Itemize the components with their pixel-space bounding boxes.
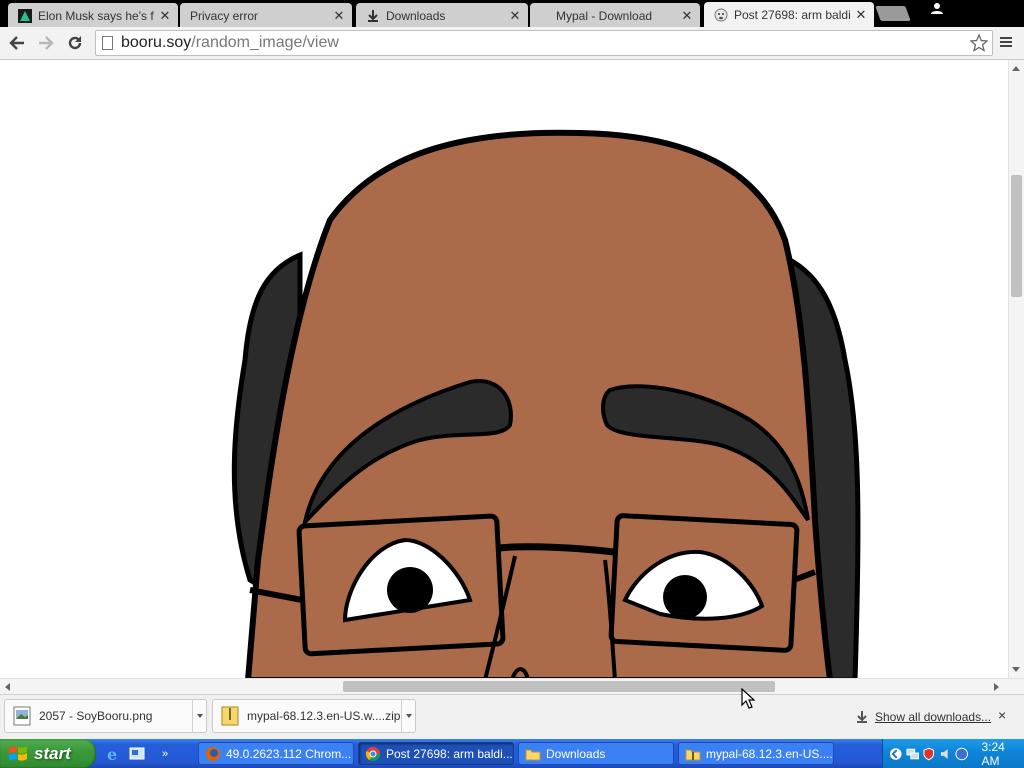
scroll-down-arrow-icon[interactable] xyxy=(1012,667,1020,672)
close-tab-icon[interactable]: ✕ xyxy=(854,7,868,23)
internet-explorer-icon[interactable]: e xyxy=(104,745,122,763)
show-all-downloads-label: Show all downloads... xyxy=(875,710,992,724)
download-filename: 2057 - SoyBooru.png xyxy=(39,709,153,723)
chrome-icon xyxy=(365,746,380,761)
taskbar-button-label: Post 27698: arm baldi... xyxy=(386,746,513,761)
close-tab-icon[interactable]: ✕ xyxy=(508,8,522,24)
taskbar-button-mypal-zip[interactable]: mypal-68.12.3.en-US.... xyxy=(678,742,834,765)
tab-mypal-download[interactable]: Mypal - Download ✕ xyxy=(530,3,700,28)
browser-toolbar: booru.soy/random_image/view xyxy=(0,27,1024,60)
soyjak-icon xyxy=(714,8,728,22)
tab-privacy-error[interactable]: Privacy error ✕ xyxy=(180,3,352,28)
download-shelf: 2057 - SoyBooru.png mypal-68.12.3.en-US.… xyxy=(0,694,1024,739)
tab-title: Elon Musk says he's fou xyxy=(38,8,154,23)
green-triangle-icon xyxy=(18,8,32,23)
scroll-up-arrow-icon[interactable] xyxy=(1012,66,1020,71)
firefox-icon xyxy=(206,746,220,761)
vertical-scrollbar[interactable] xyxy=(1008,60,1024,678)
new-tab-button[interactable] xyxy=(875,6,911,21)
download-options-button[interactable] xyxy=(401,700,415,732)
folder-icon xyxy=(525,749,541,760)
chevron-down-icon xyxy=(405,714,412,718)
back-button[interactable] xyxy=(6,32,28,54)
bald-man-with-glasses-drawing[interactable] xyxy=(0,60,1008,678)
svg-text:e: e xyxy=(107,745,117,763)
horizontal-scroll-thumb[interactable] xyxy=(343,681,775,692)
scroll-right-arrow-icon[interactable] xyxy=(994,683,999,691)
download-item[interactable]: 2057 - SoyBooru.png xyxy=(4,699,207,733)
tab-strip: Elon Musk says he's fou ✕ Privacy error … xyxy=(0,0,1024,28)
tab-downloads[interactable]: Downloads ✕ xyxy=(356,3,528,28)
tab-title: Privacy error xyxy=(190,8,259,23)
image-file-icon xyxy=(13,706,31,726)
show-desktop-icon[interactable] xyxy=(128,745,146,763)
forward-button[interactable] xyxy=(35,32,57,54)
vertical-scroll-thumb[interactable] xyxy=(1011,175,1022,297)
tab-title: Mypal - Download xyxy=(556,8,653,23)
taskbar-button-post-27698[interactable]: Post 27698: arm baldi... xyxy=(358,742,514,765)
zip-folder-icon xyxy=(685,749,701,760)
start-label: start xyxy=(34,743,71,763)
page-icon xyxy=(102,36,113,50)
taskbar-button-downloads[interactable]: Downloads xyxy=(518,742,674,765)
updates-icon[interactable] xyxy=(955,747,969,761)
show-all-downloads-link[interactable]: Show all downloads... xyxy=(855,710,991,724)
url-path: /random_image/view xyxy=(191,34,339,51)
reload-icon xyxy=(68,36,82,50)
clock: 3:24 AM xyxy=(981,739,1005,768)
mouse-cursor-icon xyxy=(741,688,755,709)
close-shelf-icon[interactable]: × xyxy=(998,707,1006,723)
system-tray: 3:24 AM xyxy=(882,739,1024,768)
tray-arrow-icon[interactable] xyxy=(889,747,903,761)
address-bar[interactable]: booru.soy/random_image/view xyxy=(95,30,993,56)
tab-elon-musk[interactable]: Elon Musk says he's fou ✕ xyxy=(8,3,178,28)
reload-button[interactable] xyxy=(64,32,86,54)
taskbar-button-label: 49.0.2623.112 Chrom... xyxy=(226,746,352,761)
start-button[interactable]: start xyxy=(0,739,96,768)
close-tab-icon[interactable]: ✕ xyxy=(158,8,172,24)
taskbar-button-label: Downloads xyxy=(546,746,606,761)
volume-icon[interactable] xyxy=(939,747,953,761)
zip-file-icon xyxy=(221,706,239,726)
download-icon xyxy=(366,9,380,23)
horizontal-scrollbar[interactable] xyxy=(0,678,1024,694)
taskbar-button-chrome-49[interactable]: 49.0.2623.112 Chrom... xyxy=(198,742,354,765)
back-arrow-icon xyxy=(9,36,24,50)
close-tab-icon[interactable]: ✕ xyxy=(332,8,346,24)
chevron-down-icon xyxy=(196,714,203,718)
tab-post-27698[interactable]: Post 27698: arm balding ✕ xyxy=(704,2,874,28)
network-icon[interactable] xyxy=(905,747,920,761)
quick-launch-more[interactable]: » xyxy=(162,748,168,760)
tab-title: Post 27698: arm balding xyxy=(734,8,850,22)
download-filename: mypal-68.12.3.en-US.w....zip xyxy=(247,709,401,723)
security-icon[interactable] xyxy=(922,747,936,761)
windows-logo-icon xyxy=(9,745,27,761)
chrome-menu-icon[interactable] xyxy=(998,35,1014,51)
scroll-left-arrow-icon[interactable] xyxy=(5,683,10,691)
forward-arrow-icon xyxy=(39,36,54,50)
download-item[interactable]: mypal-68.12.3.en-US.w....zip xyxy=(212,699,416,733)
quick-launch: e » xyxy=(104,744,168,764)
url-host: booru.soy xyxy=(121,34,192,51)
download-icon xyxy=(857,711,867,723)
download-options-button[interactable] xyxy=(192,700,206,732)
windows-taskbar: start e » 49.0.2623.112 Chrom... Post 27… xyxy=(0,739,1024,768)
bookmark-star-icon[interactable] xyxy=(969,33,989,52)
page-content xyxy=(0,60,1008,678)
taskbar-button-label: mypal-68.12.3.en-US.... xyxy=(706,746,833,761)
close-tab-icon[interactable]: ✕ xyxy=(680,8,694,24)
profile-icon[interactable] xyxy=(930,2,944,17)
tab-title: Downloads xyxy=(386,8,446,23)
url-text[interactable]: booru.soy/random_image/view xyxy=(121,34,339,52)
